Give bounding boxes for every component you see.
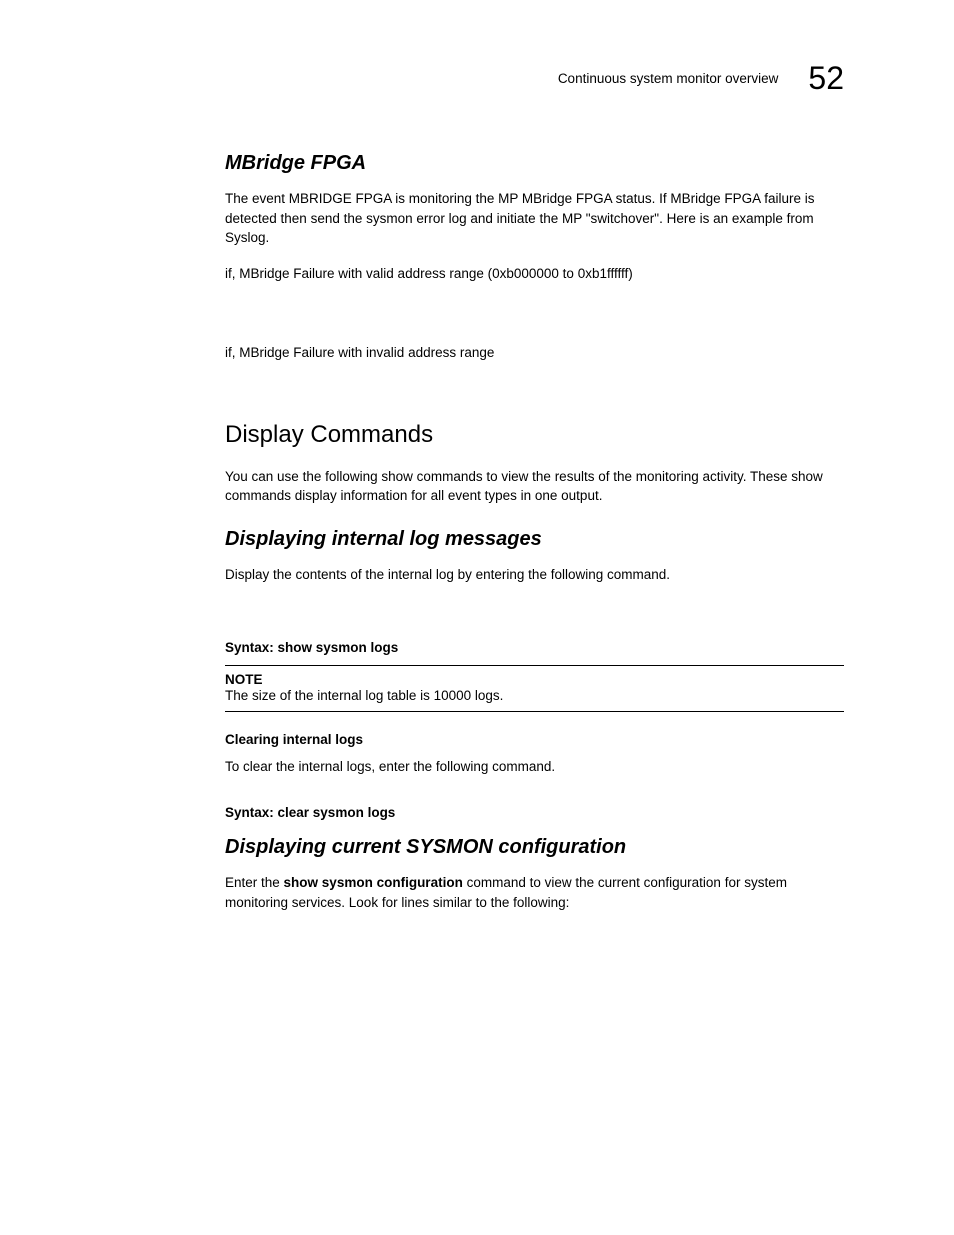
page-header: Continuous system monitor overview 52 xyxy=(225,60,844,97)
body-paragraph: You can use the following show commands … xyxy=(225,467,844,506)
page-number: 52 xyxy=(808,60,844,97)
command-name: show sysmon configuration xyxy=(284,875,463,890)
section-heading: Displaying current SYSMON configuration xyxy=(225,836,844,859)
note-text: The size of the internal log table is 10… xyxy=(225,688,503,703)
section-heading: Displaying internal log messages xyxy=(225,528,844,551)
header-title: Continuous system monitor overview xyxy=(558,71,779,86)
section-heading: MBridge FPGA xyxy=(225,152,844,175)
body-paragraph: if, MBridge Failure with invalid address… xyxy=(225,343,844,363)
note-label: NOTE xyxy=(225,672,844,687)
main-heading: Display Commands xyxy=(225,421,844,449)
section-mbridge-fpga: MBridge FPGA The event MBRIDGE FPGA is m… xyxy=(225,152,844,363)
body-paragraph: Enter the show sysmon configuration comm… xyxy=(225,873,844,912)
section-displaying-sysmon-config: Displaying current SYSMON configuration … xyxy=(225,836,844,912)
syntax-line: Syntax: show sysmon logs xyxy=(225,640,844,655)
note-block: NOTE The size of the internal log table … xyxy=(225,665,844,713)
section-displaying-internal-logs: Displaying internal log messages Display… xyxy=(225,528,844,820)
syntax-line: Syntax: clear sysmon logs xyxy=(225,805,844,820)
body-paragraph: To clear the internal logs, enter the fo… xyxy=(225,757,844,777)
sub-heading: Clearing internal logs xyxy=(225,732,844,747)
body-paragraph: The event MBRIDGE FPGA is monitoring the… xyxy=(225,189,844,248)
body-paragraph: if, MBridge Failure with valid address r… xyxy=(225,264,844,284)
body-paragraph: Display the contents of the internal log… xyxy=(225,565,844,585)
text-prefix: Enter the xyxy=(225,875,284,890)
section-display-commands: Display Commands You can use the followi… xyxy=(225,421,844,506)
